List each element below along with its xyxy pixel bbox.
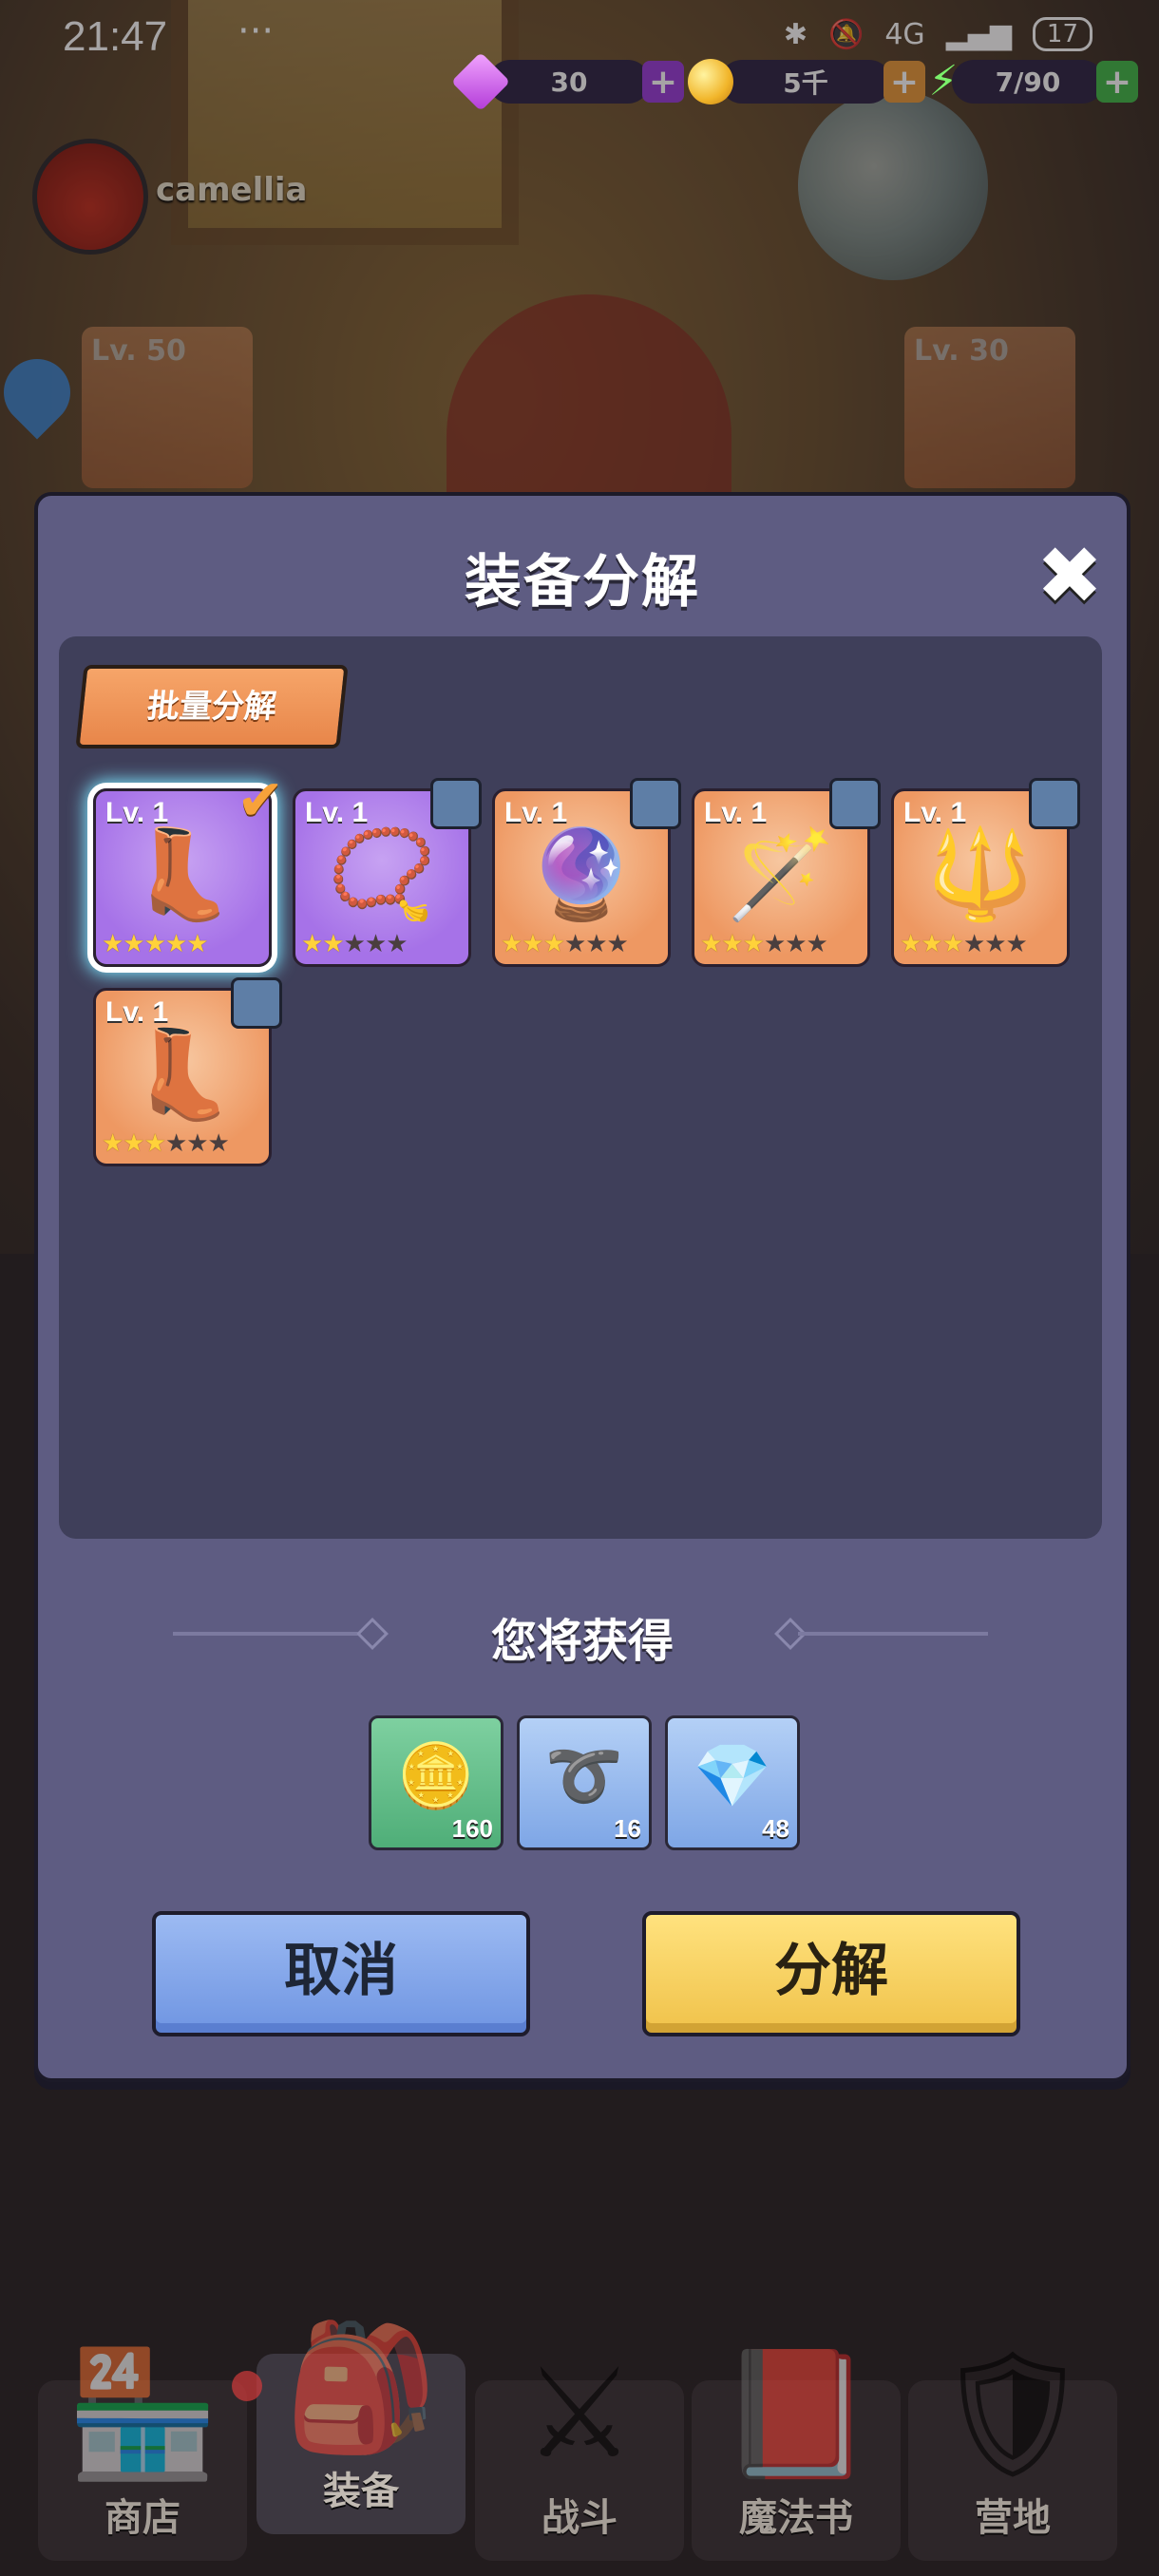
reward-count: 48 <box>762 1814 789 1843</box>
reward-count: 16 <box>614 1814 641 1843</box>
item-checkbox[interactable] <box>630 778 681 829</box>
item-stars: ★★★★★ <box>102 930 209 958</box>
dialog-title: 装备分解 <box>465 549 700 616</box>
reward-coins: 🪙 160 <box>369 1715 504 1850</box>
coin-pile-icon: 🪙 <box>396 1739 476 1812</box>
item-stars: ★★★★★★ <box>501 930 629 958</box>
nav-battle[interactable]: ⚔ 战斗 <box>475 2342 684 2561</box>
notification-dot <box>232 2371 262 2401</box>
equipment-item[interactable]: Lv. 1 👢 ★★★★★ ✔ <box>93 772 284 967</box>
nav-spellbook[interactable]: 📕 魔法书 <box>692 2342 901 2561</box>
nav-label: 装备 <box>323 2470 399 2513</box>
batch-dismantle-button[interactable]: 批量分解 <box>75 665 349 748</box>
bottom-navigation: 🏪 商店 🎒 装备 ⚔ 战斗 📕 魔法书 🛡 营地 <box>0 2280 1159 2576</box>
nav-camp[interactable]: 🛡 营地 <box>908 2342 1117 2561</box>
reward-count: 160 <box>451 1814 493 1843</box>
crystal-icon: 💎 <box>693 1739 772 1812</box>
item-stars: ★★★★★★ <box>102 1129 230 1158</box>
shield-crown-icon: 🛡 <box>934 2341 1092 2486</box>
item-stars: ★★★★★★ <box>700 930 828 958</box>
equipment-item[interactable]: Lv. 1 🔮 ★★★★★★ <box>492 778 681 967</box>
dismantle-dialog: 装备分解 ✖ 批量分解 Lv. 1 👢 ★★★★★ ✔ Lv. 1 📿 ★★★★… <box>34 492 1130 2082</box>
equipment-item[interactable]: Lv. 1 🪄 ★★★★★★ <box>692 778 881 967</box>
coin-icon <box>688 59 733 104</box>
dismantle-button[interactable]: 分解 <box>642 1911 1020 2036</box>
backpack-icon: 🎒 <box>284 2315 438 2459</box>
equipment-grid-panel: 批量分解 Lv. 1 👢 ★★★★★ ✔ Lv. 1 📿 ★★★★★ Lv. 1… <box>59 636 1102 1539</box>
nav-label: 战斗 <box>542 2496 618 2540</box>
shop-icon: 🏪 <box>66 2341 219 2486</box>
reward-rope: ➰ 16 <box>517 1715 652 1850</box>
spellbook-icon: 📕 <box>719 2341 873 2486</box>
wand-icon: 🪄 <box>726 824 836 925</box>
rope-icon: ➰ <box>544 1739 624 1812</box>
cancel-button[interactable]: 取消 <box>152 1911 530 2036</box>
reward-label: 您将获得 <box>490 1615 674 1668</box>
nav-shop[interactable]: 🏪 商店 <box>38 2342 247 2561</box>
crossed-swords-icon: ⚔ <box>523 2341 636 2486</box>
item-stars: ★★★★★★ <box>900 930 1028 958</box>
item-checkbox[interactable] <box>1029 778 1080 829</box>
boots-icon: 👢 <box>127 824 238 925</box>
item-checkbox[interactable] <box>430 778 482 829</box>
equipment-item[interactable]: Lv. 1 🔱 ★★★★★★ <box>891 778 1080 967</box>
item-checkbox-checked[interactable]: ✔ <box>237 772 284 829</box>
staff-icon: 🔮 <box>526 824 636 925</box>
close-button[interactable]: ✖ <box>1032 536 1108 616</box>
reward-crystal: 💎 48 <box>665 1715 800 1850</box>
nav-label: 魔法书 <box>739 2496 853 2540</box>
trident-staff-icon: 🔱 <box>925 824 1036 925</box>
nav-equipment[interactable]: 🎒 装备 <box>256 2316 466 2534</box>
divider-right <box>798 1632 988 1636</box>
item-checkbox[interactable] <box>231 977 282 1029</box>
equipment-item[interactable]: Lv. 1 👢 ★★★★★★ <box>93 977 282 1166</box>
equipment-item[interactable]: Lv. 1 📿 ★★★★★ <box>293 778 482 967</box>
boots-icon: 👢 <box>127 1023 238 1125</box>
item-checkbox[interactable] <box>829 778 881 829</box>
nav-label: 营地 <box>975 2496 1051 2540</box>
item-stars: ★★★★★ <box>301 930 408 958</box>
energy-icon: ⚡ <box>928 57 959 105</box>
nav-label: 商店 <box>104 2496 180 2540</box>
necklace-icon: 📿 <box>327 824 437 925</box>
